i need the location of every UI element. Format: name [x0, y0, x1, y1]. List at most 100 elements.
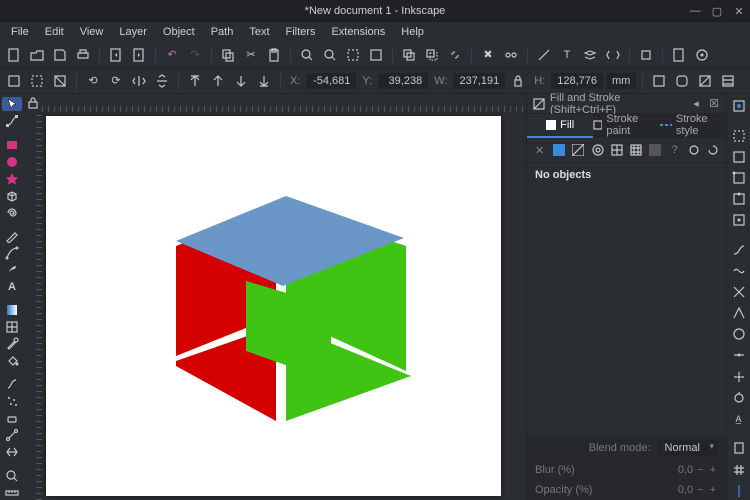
- new-doc-icon[interactable]: [4, 45, 24, 65]
- x-input[interactable]: -54,681: [306, 73, 356, 89]
- 3dbox-tool[interactable]: [2, 189, 22, 203]
- paint-hole2-icon[interactable]: [707, 142, 720, 158]
- rotate-ccw-icon[interactable]: ⟲: [83, 71, 103, 91]
- paint-radial-icon[interactable]: [591, 142, 604, 158]
- menu-object[interactable]: Object: [156, 24, 202, 40]
- lower-icon[interactable]: [231, 71, 251, 91]
- node-tool[interactable]: [2, 114, 22, 128]
- text-dialog-icon[interactable]: T: [557, 45, 577, 65]
- snap-nodes-icon[interactable]: [729, 241, 749, 259]
- paint-flat-icon[interactable]: [552, 142, 565, 158]
- paste-icon[interactable]: [264, 45, 284, 65]
- ruler-lock-icon[interactable]: [24, 94, 42, 112]
- snap-center-icon[interactable]: [729, 211, 749, 229]
- menu-view[interactable]: View: [73, 24, 111, 40]
- duplicate-icon[interactable]: [399, 45, 419, 65]
- snap-intersect-icon[interactable]: [729, 283, 749, 301]
- snap-edge-icon[interactable]: [729, 148, 749, 166]
- star-tool[interactable]: [2, 172, 22, 186]
- save-icon[interactable]: [50, 45, 70, 65]
- paint-linear-icon[interactable]: [572, 142, 585, 158]
- snap-guide-icon[interactable]: [729, 482, 749, 500]
- opacity-dec[interactable]: −: [695, 484, 705, 496]
- menu-layer[interactable]: Layer: [112, 24, 154, 40]
- print-icon[interactable]: [73, 45, 93, 65]
- group-icon[interactable]: ✖: [478, 45, 498, 65]
- rotate-cw-icon[interactable]: ⟳: [106, 71, 126, 91]
- redo-icon[interactable]: ↷: [185, 45, 205, 65]
- spray-tool[interactable]: [2, 394, 22, 408]
- menu-edit[interactable]: Edit: [38, 24, 71, 40]
- export-icon[interactable]: [129, 45, 149, 65]
- lpe-tool[interactable]: [2, 445, 22, 459]
- blur-inc[interactable]: +: [708, 464, 718, 476]
- panel-close-icon[interactable]: ☒: [708, 98, 720, 110]
- menu-text[interactable]: Text: [242, 24, 276, 40]
- paint-mesh-icon[interactable]: [610, 142, 623, 158]
- canvas-area[interactable]: [24, 94, 526, 500]
- snap-page-icon[interactable]: [729, 439, 749, 457]
- circle-tool[interactable]: [2, 155, 22, 169]
- ruler-horizontal[interactable]: [42, 94, 526, 112]
- select-all-icon[interactable]: [27, 71, 47, 91]
- opacity-inc[interactable]: +: [708, 484, 718, 496]
- raise-top-icon[interactable]: [185, 71, 205, 91]
- affect-gradient-icon[interactable]: [695, 71, 715, 91]
- snap-text-icon[interactable]: A̲: [729, 410, 749, 428]
- calligraphy-tool[interactable]: [2, 263, 22, 277]
- menu-help[interactable]: Help: [394, 24, 431, 40]
- align-icon[interactable]: [636, 45, 656, 65]
- spiral-tool[interactable]: [2, 206, 22, 220]
- w-input[interactable]: 237,191: [453, 73, 505, 89]
- cut-icon[interactable]: ✂: [241, 45, 261, 65]
- snap-rotation-icon[interactable]: [729, 389, 749, 407]
- dropper-tool[interactable]: [2, 337, 22, 351]
- eraser-tool[interactable]: [2, 411, 22, 425]
- prefs-icon[interactable]: [669, 45, 689, 65]
- measure-tool[interactable]: [2, 486, 22, 500]
- snap-line-mid-icon[interactable]: [729, 346, 749, 364]
- open-icon[interactable]: [27, 45, 47, 65]
- h-input[interactable]: 128,776: [551, 73, 603, 89]
- paint-swatch-icon[interactable]: [649, 142, 662, 158]
- maximize-icon[interactable]: ▢: [712, 6, 722, 16]
- flip-v-icon[interactable]: [152, 71, 172, 91]
- pencil-tool[interactable]: [2, 229, 22, 243]
- snap-smooth-icon[interactable]: [729, 325, 749, 343]
- lock-ratio-icon[interactable]: [508, 71, 528, 91]
- copy-icon[interactable]: [218, 45, 238, 65]
- clone-icon[interactable]: [422, 45, 442, 65]
- bezier-tool[interactable]: [2, 246, 22, 260]
- y-input[interactable]: 39,238: [378, 73, 428, 89]
- mesh-tool[interactable]: [2, 320, 22, 334]
- zoom-fit-icon[interactable]: [297, 45, 317, 65]
- unit-select[interactable]: mm: [606, 73, 636, 89]
- import-icon[interactable]: [106, 45, 126, 65]
- tab-stroke-paint[interactable]: Stroke paint: [593, 114, 659, 138]
- paint-none-icon[interactable]: ✕: [533, 142, 546, 158]
- menu-extensions[interactable]: Extensions: [324, 24, 392, 40]
- panel-menu-icon[interactable]: ◂: [690, 98, 702, 110]
- raise-icon[interactable]: [208, 71, 228, 91]
- menu-file[interactable]: File: [4, 24, 36, 40]
- affect-corners-icon[interactable]: [672, 71, 692, 91]
- ruler-vertical[interactable]: [24, 112, 42, 500]
- affect-pattern-icon[interactable]: [718, 71, 738, 91]
- snap-object-center-icon[interactable]: [729, 368, 749, 386]
- connector-tool[interactable]: [2, 428, 22, 442]
- xml-icon[interactable]: [603, 45, 623, 65]
- menu-path[interactable]: Path: [204, 24, 241, 40]
- opacity-value[interactable]: 0,0: [669, 484, 693, 496]
- zoom-sel-icon[interactable]: [366, 45, 386, 65]
- zoom-draw-icon[interactable]: [343, 45, 363, 65]
- paint-hole-icon[interactable]: [687, 142, 700, 158]
- blur-dec[interactable]: −: [695, 464, 705, 476]
- blend-mode-select[interactable]: Normal: [657, 440, 718, 456]
- undo-icon[interactable]: ↶: [162, 45, 182, 65]
- snap-grid-icon[interactable]: [729, 461, 749, 479]
- gradient-tool[interactable]: [2, 303, 22, 317]
- snap-midpoint-icon[interactable]: [729, 190, 749, 208]
- tweak-tool[interactable]: [2, 377, 22, 391]
- text-tool[interactable]: A: [2, 280, 22, 292]
- affect-stroke-icon[interactable]: [649, 71, 669, 91]
